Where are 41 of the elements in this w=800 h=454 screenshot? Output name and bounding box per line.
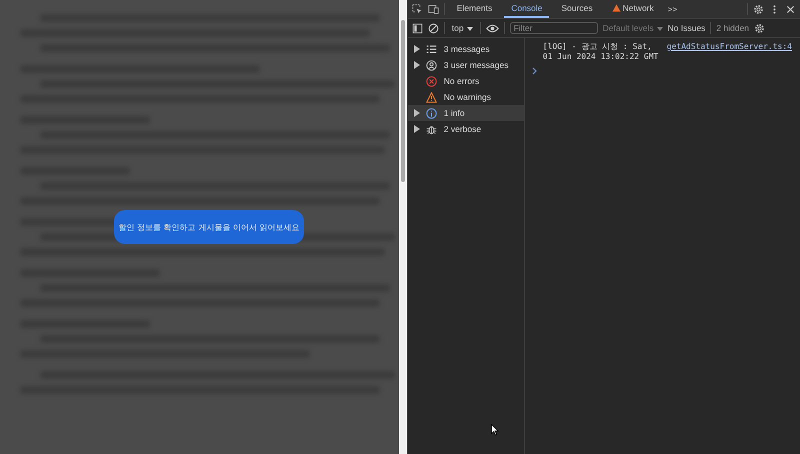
tab[interactable]: Elements [450,0,500,18]
caret-icon [466,26,473,31]
filter-input[interactable]: Filter [510,22,598,34]
context-dropdown[interactable]: top [450,23,475,33]
clear-console-icon[interactable] [428,22,439,34]
more-tabs-button[interactable]: >> [666,4,680,14]
settings-icon[interactable] [753,4,764,14]
scrollbar[interactable] [398,0,407,454]
bug-icon [426,124,437,134]
error-icon [426,76,437,86]
log-message: [lOG] - 광고 시청 : Sat, 01 Jun 2024 13:02:22 GMT [542,42,660,62]
settings-icon[interactable] [754,22,766,34]
issues-label: No Issues [668,23,706,33]
sidebar-item[interactable]: 2 verbose [408,121,524,137]
expand-arrow-icon[interactable] [414,109,420,117]
info-icon [426,108,437,118]
sidebar-item[interactable]: No errors [408,73,524,89]
sidebar-item[interactable]: 3 user messages [408,57,524,73]
inspect-icon[interactable] [412,4,423,14]
eye-icon[interactable] [486,22,499,34]
hidden-count: 2 hidden [716,23,750,33]
warning-icon [426,92,437,102]
prompt-chevron-icon[interactable] [532,67,538,75]
user-icon [426,60,437,70]
device-icon[interactable] [428,4,439,14]
sidebar-item[interactable]: 1 info [408,105,524,121]
sidebar-item[interactable]: 3 messages [408,41,524,57]
mouse-cursor-icon [490,424,499,436]
sidebar-toggle-icon[interactable] [412,22,423,34]
close-icon[interactable] [785,4,796,14]
expand-arrow-icon[interactable] [414,125,420,133]
tab[interactable]: Sources [554,0,600,18]
expand-arrow-icon[interactable] [414,45,420,53]
caret-icon [656,26,663,31]
list-icon [426,44,437,54]
tab[interactable]: Network [604,0,661,18]
expand-arrow-icon[interactable] [414,61,420,69]
sidebar-item[interactable]: No warnings [408,89,524,105]
tab[interactable]: Console [504,0,550,18]
source-link[interactable]: getAdStatusFromServer.ts:4 [666,42,792,52]
popup-banner-button[interactable]: 할인 정보를 확인하고 게시물을 이어서 읽어보세요 [114,210,304,244]
